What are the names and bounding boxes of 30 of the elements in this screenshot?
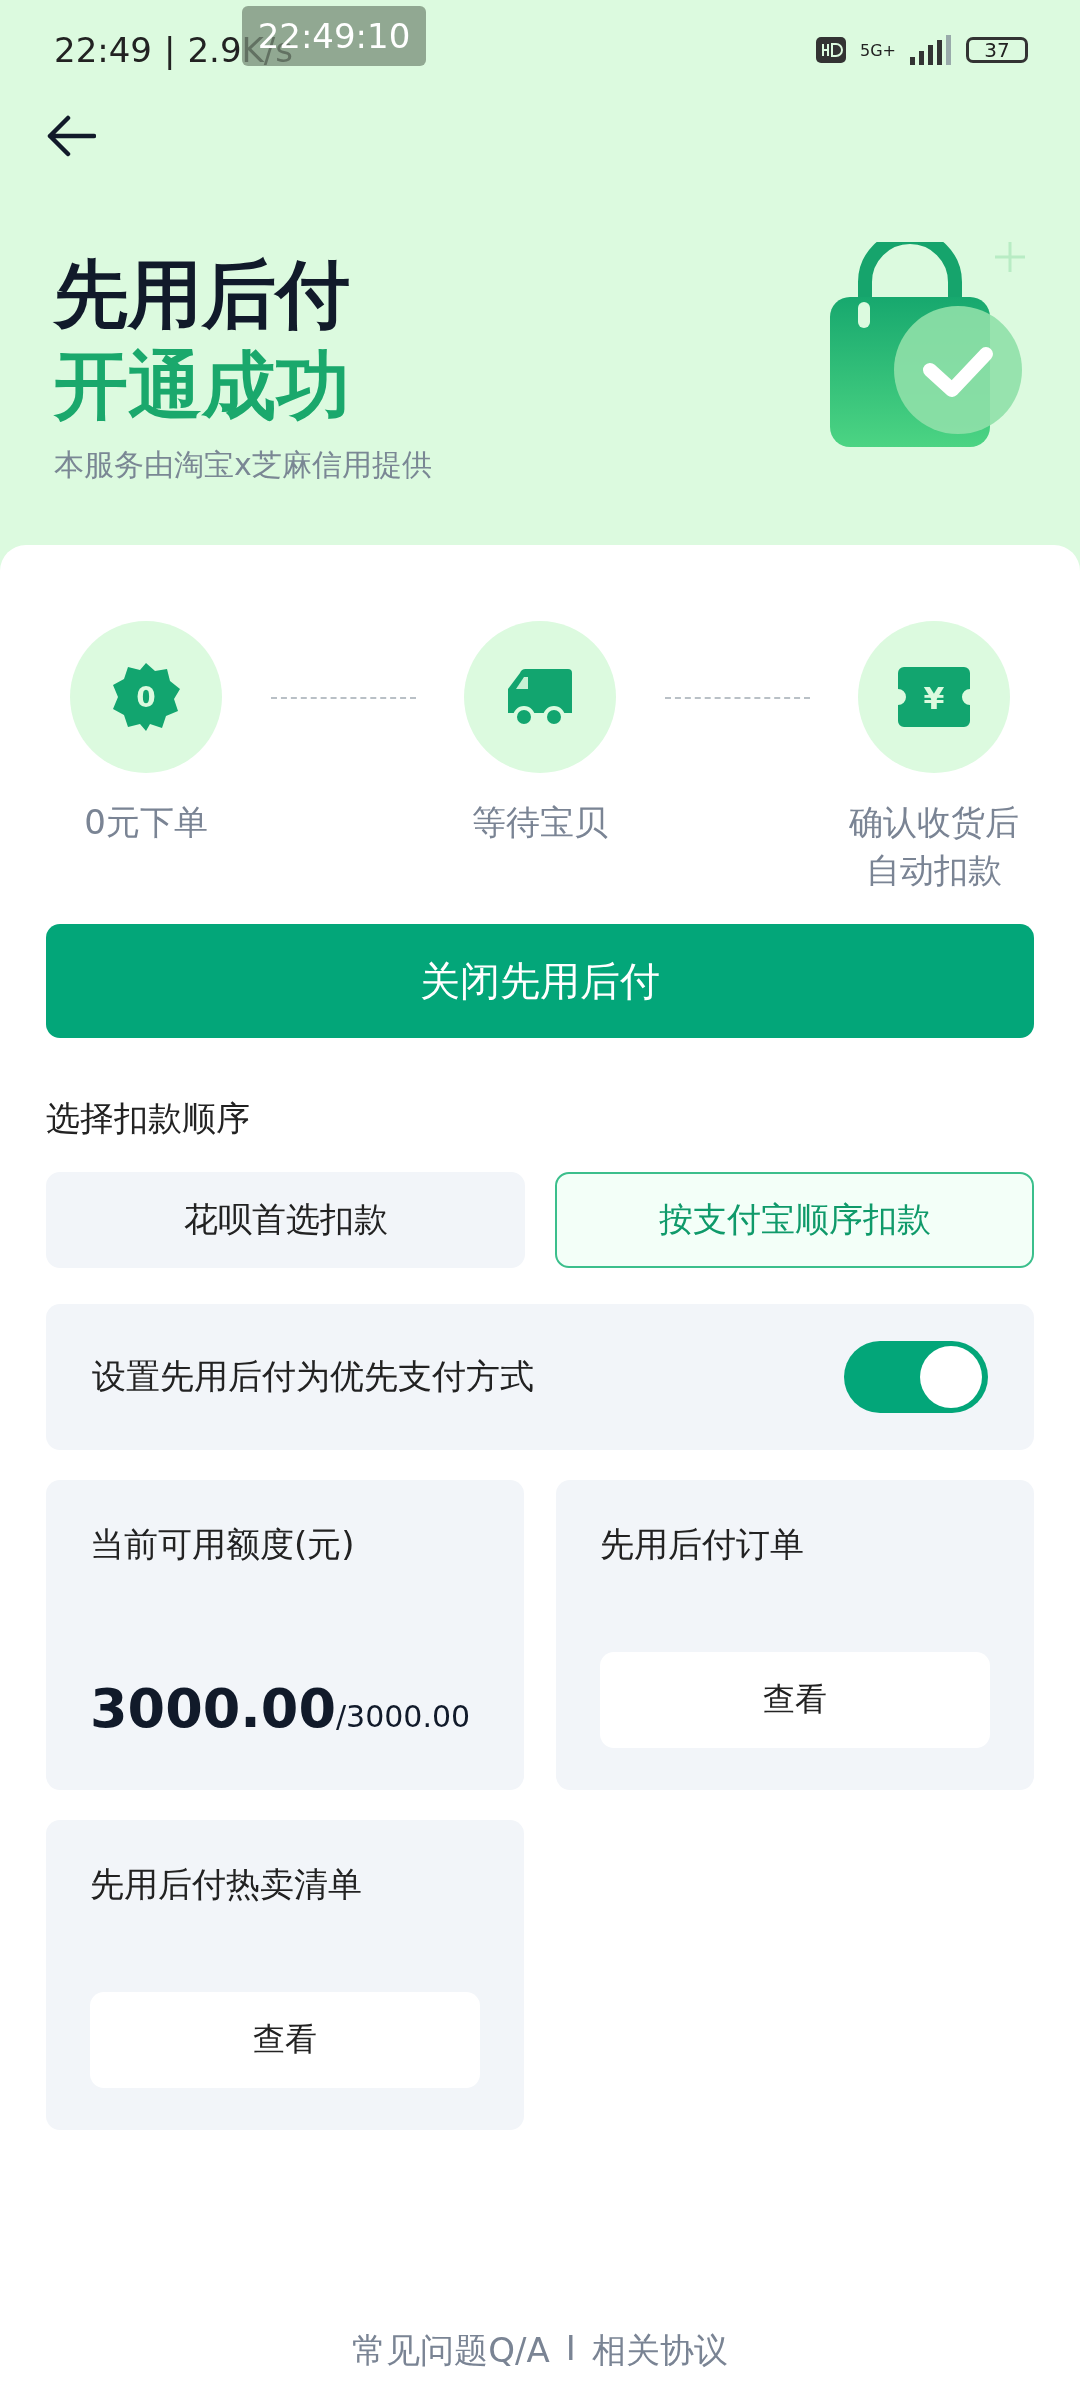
close-service-button[interactable]: 关闭先用后付 (46, 924, 1034, 1039)
faq-link[interactable]: 常见问题Q/A (352, 2328, 550, 2374)
separator: I (565, 2328, 576, 2370)
view-button[interactable]: 查看 (90, 1992, 480, 2089)
back-arrow-icon[interactable] (46, 115, 96, 157)
signal-icon (910, 35, 952, 65)
card-title: 先用后付热卖清单 (90, 1863, 363, 1907)
battery-icon: 37 (966, 37, 1028, 63)
network-type: 5G+ (860, 40, 896, 60)
step-label: 0元下单 (83, 801, 209, 844)
success-heading: 开通成功 (54, 340, 351, 430)
payment-order-option[interactable]: 花呗首选扣款 (46, 1172, 525, 1269)
badge-icon: 0 (110, 661, 182, 733)
hd-icon (816, 37, 846, 63)
card-title: 先用后付订单 (600, 1523, 805, 1567)
separator: | (164, 30, 176, 70)
page-title: 先用后付 (54, 250, 351, 339)
ticket-icon: ¥ (898, 667, 970, 727)
section-title: 选择扣款顺序 (46, 1097, 251, 1141)
step-label: 确认收货后自动扣款 (848, 801, 1020, 892)
total-amount: /3000.00 (335, 1699, 471, 1735)
agreement-link[interactable]: 相关协议 (591, 2328, 728, 2374)
provider-note: 本服务由淘宝x芝麻信用提供 (54, 446, 432, 485)
step-label: 等待宝贝 (471, 801, 609, 844)
available-amount: 3000.00 (90, 1677, 336, 1741)
card-title: 当前可用额度(元) (90, 1523, 356, 1567)
payment-order-option[interactable]: 按支付宝顺序扣款 (555, 1172, 1034, 1269)
setting-label: 设置先用后付为优先支付方式 (92, 1355, 534, 1399)
status-time: 22:49 (54, 30, 152, 70)
view-button[interactable]: 查看 (600, 1652, 990, 1749)
